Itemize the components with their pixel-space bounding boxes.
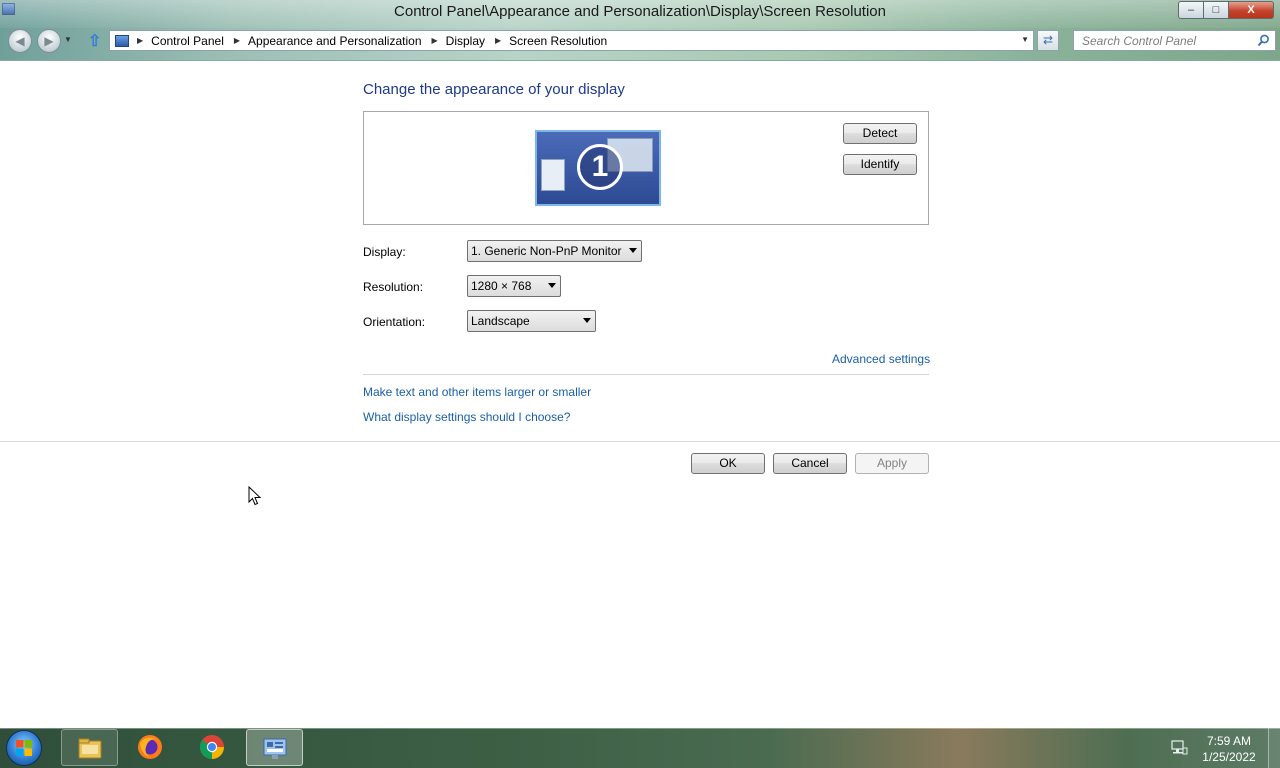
file-explorer-icon bbox=[78, 738, 102, 759]
taskbar-firefox[interactable] bbox=[122, 729, 179, 766]
dropdown-arrow-icon bbox=[548, 283, 556, 288]
ok-button[interactable]: OK bbox=[691, 453, 765, 474]
cancel-button[interactable]: Cancel bbox=[773, 453, 847, 474]
breadcrumb-chevron-icon[interactable]: ▶ bbox=[495, 36, 501, 45]
resolution-select-value: 1280 × 768 bbox=[471, 279, 532, 293]
monitor-number-badge: 1 bbox=[577, 144, 623, 190]
clock-date: 1/25/2022 bbox=[1202, 750, 1256, 764]
taskbar bbox=[0, 728, 1280, 768]
dropdown-arrow-icon bbox=[629, 248, 637, 253]
monitor-1-thumbnail[interactable]: 1 bbox=[535, 130, 661, 206]
recent-pages-dropdown-icon[interactable]: ▼ bbox=[64, 35, 72, 44]
maximize-button[interactable]: □ bbox=[1204, 1, 1229, 19]
display-select[interactable]: 1. Generic Non-PnP Monitor bbox=[467, 240, 642, 262]
footer-divider bbox=[0, 441, 1280, 442]
apply-button[interactable]: Apply bbox=[855, 453, 929, 474]
breadcrumb-screen-resolution[interactable]: Screen Resolution bbox=[509, 34, 607, 48]
back-button[interactable]: ◀ bbox=[8, 29, 32, 53]
taskbar-chrome[interactable] bbox=[184, 729, 241, 766]
forward-button[interactable]: ▶ bbox=[37, 29, 61, 53]
refresh-button[interactable]: ⇄ bbox=[1037, 30, 1059, 51]
taskbar-explorer[interactable] bbox=[61, 729, 118, 766]
mini-window-graphic bbox=[541, 159, 565, 191]
control-panel-icon bbox=[263, 738, 287, 759]
firefox-icon bbox=[138, 735, 162, 759]
orientation-label: Orientation: bbox=[363, 315, 426, 329]
search-icon[interactable] bbox=[1257, 34, 1270, 47]
resolution-label: Resolution: bbox=[363, 280, 424, 294]
forward-arrow-icon: ▶ bbox=[44, 34, 54, 48]
display-label: Display: bbox=[363, 245, 406, 259]
display-select-value: 1. Generic Non-PnP Monitor bbox=[471, 244, 622, 258]
address-dropdown-icon[interactable]: ▼ bbox=[1021, 35, 1029, 44]
mouse-pointer-icon bbox=[248, 486, 262, 506]
window-controls: – □ X bbox=[1178, 1, 1274, 19]
address-bar[interactable]: ▶ Control Panel ▶ Appearance and Persona… bbox=[109, 30, 1034, 51]
orientation-select[interactable]: Landscape bbox=[467, 310, 596, 332]
control-panel-icon bbox=[115, 34, 129, 47]
breadcrumb-control-panel[interactable]: Control Panel bbox=[151, 34, 224, 48]
breadcrumb-chevron-icon[interactable]: ▶ bbox=[137, 36, 143, 45]
orientation-select-value: Landscape bbox=[471, 314, 530, 328]
refresh-icon: ⇄ bbox=[1042, 33, 1054, 47]
breadcrumb-chevron-icon[interactable]: ▶ bbox=[234, 36, 240, 45]
breadcrumb-chevron-icon[interactable]: ▶ bbox=[432, 36, 438, 45]
window-title: Control Panel\Appearance and Personaliza… bbox=[394, 3, 886, 20]
search-input[interactable] bbox=[1074, 31, 1252, 50]
breadcrumb-appearance[interactable]: Appearance and Personalization bbox=[248, 34, 421, 48]
taskbar-control-panel[interactable] bbox=[246, 729, 303, 766]
back-arrow-icon: ◀ bbox=[15, 34, 25, 48]
display-preview-panel: 1 Detect Identify bbox=[363, 111, 929, 225]
window-chrome: Control Panel\Appearance and Personaliza… bbox=[0, 0, 1280, 61]
breadcrumb-display[interactable]: Display bbox=[446, 34, 485, 48]
dropdown-arrow-icon bbox=[583, 318, 591, 323]
taskbar-clock[interactable]: 7:59 AM 1/25/2022 bbox=[1196, 733, 1262, 765]
up-arrow-icon[interactable]: ⇧ bbox=[88, 31, 101, 51]
advanced-settings-link[interactable]: Advanced settings bbox=[832, 352, 930, 366]
search-box[interactable] bbox=[1073, 30, 1276, 51]
content-area: Change the appearance of your display 1 … bbox=[0, 61, 1280, 728]
windows-logo-icon bbox=[16, 740, 32, 756]
chrome-icon bbox=[199, 735, 224, 760]
text-size-link[interactable]: Make text and other items larger or smal… bbox=[363, 385, 591, 399]
network-icon[interactable] bbox=[1170, 740, 1188, 756]
show-desktop-button[interactable] bbox=[1268, 728, 1280, 768]
detect-button[interactable]: Detect bbox=[843, 123, 917, 144]
identify-button[interactable]: Identify bbox=[843, 154, 917, 175]
clock-time: 7:59 AM bbox=[1206, 734, 1252, 748]
close-button[interactable]: X bbox=[1229, 1, 1274, 19]
start-button[interactable] bbox=[6, 730, 42, 766]
resolution-select[interactable]: 1280 × 768 bbox=[467, 275, 561, 297]
display-help-link[interactable]: What display settings should I choose? bbox=[363, 410, 570, 424]
minimize-button[interactable]: – bbox=[1178, 1, 1204, 19]
divider bbox=[363, 374, 929, 375]
page-title: Change the appearance of your display bbox=[363, 81, 625, 98]
